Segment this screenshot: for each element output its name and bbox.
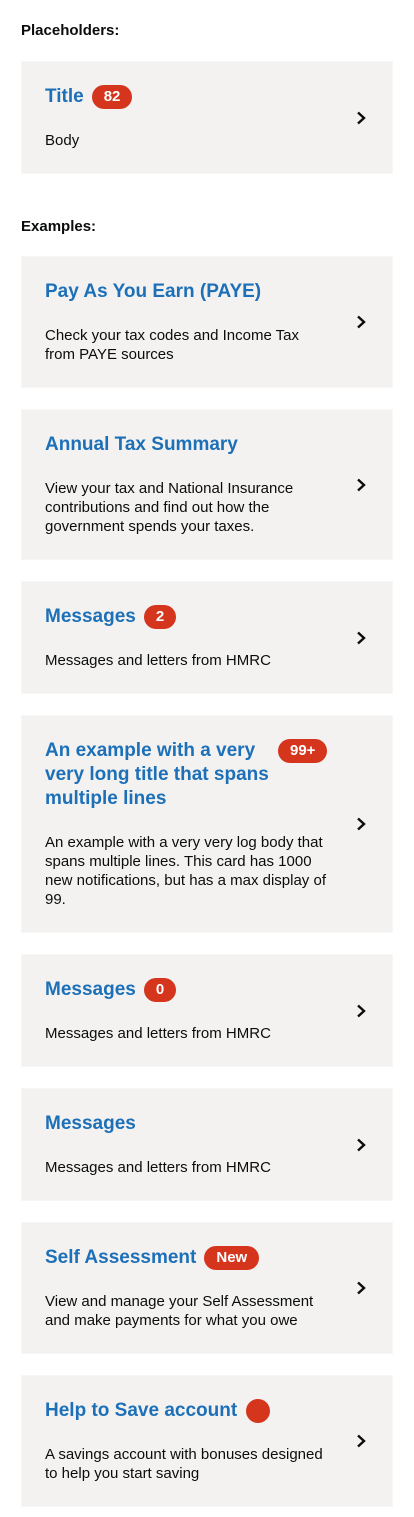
- example-card[interactable]: Messages 0 Messages and letters from HMRC: [21, 954, 393, 1067]
- chevron-right-icon: [357, 631, 366, 644]
- title-row: Annual Tax Summary: [45, 433, 332, 457]
- example-card[interactable]: Self Assessment New View and manage your S…: [21, 1222, 393, 1354]
- card-body: Check your tax codes and Income Tax from…: [45, 327, 300, 363]
- title-row: Title 82: [45, 85, 332, 109]
- card-body: View your tax and National Insurance con…: [45, 480, 294, 535]
- card-title: Messages: [45, 606, 136, 627]
- card-title: Help to Save account: [45, 1400, 238, 1421]
- card-title: Title: [45, 86, 84, 107]
- chevron-right-icon: [357, 111, 366, 124]
- card-body: Messages and letters from HMRC: [45, 652, 271, 669]
- placeholder-card[interactable]: Title 82 Body: [21, 61, 393, 174]
- example-card[interactable]: Help to Save account A savings account wi…: [21, 1375, 393, 1507]
- example-card[interactable]: Pay As You Earn (PAYE) Check your tax cod…: [21, 256, 393, 388]
- card-title: Annual Tax Summary: [45, 434, 238, 455]
- card-title: Self Assessment: [45, 1247, 197, 1268]
- notification-dot: [246, 1399, 271, 1423]
- title-row: An example with a very very long title t…: [45, 739, 332, 811]
- examples-heading: Examples:: [21, 218, 97, 235]
- example-card[interactable]: An example with a very very long title t…: [21, 715, 393, 933]
- card-body: An example with a very very log body tha…: [45, 834, 326, 908]
- card-body: A savings account with bonuses designed …: [45, 1446, 323, 1482]
- examples-list: Pay As You Earn (PAYE) Check your tax cod…: [21, 256, 393, 1507]
- card-title: Messages: [45, 979, 136, 1000]
- example-card[interactable]: Messages 2 Messages and letters from HMRC: [21, 581, 393, 694]
- chevron-right-icon: [357, 1004, 366, 1017]
- example-card[interactable]: Annual Tax Summary View your tax and Nati…: [21, 409, 393, 560]
- example-card[interactable]: Messages Messages and letters from HMRC: [21, 1088, 393, 1201]
- title-row: Self Assessment New: [45, 1246, 332, 1270]
- card-title: An example with a very very long title t…: [45, 740, 269, 809]
- notification-badge: 2: [143, 605, 177, 629]
- notification-badge: 0: [143, 978, 177, 1002]
- title-row: Messages 0: [45, 978, 332, 1002]
- placeholders-heading: Placeholders:: [21, 22, 120, 39]
- card-body: Messages and letters from HMRC: [45, 1159, 271, 1176]
- card-body: Body: [45, 132, 80, 149]
- card-body: View and manage your Self Assessment and…: [45, 1293, 314, 1329]
- notification-badge: 99+: [278, 739, 328, 763]
- chevron-right-icon: [357, 1434, 366, 1448]
- card-title: Messages: [45, 1113, 136, 1134]
- title-row: Pay As You Earn (PAYE): [45, 280, 332, 304]
- chevron-right-icon: [357, 1281, 366, 1295]
- notification-badge: New: [204, 1246, 260, 1270]
- chevron-right-icon: [357, 478, 366, 491]
- card-body: Messages and letters from HMRC: [45, 1025, 271, 1042]
- page: Placeholders: Title 82 Body Examples: Pa…: [0, 0, 414, 1507]
- title-row: Help to Save account: [45, 1399, 332, 1423]
- title-row: Messages: [45, 1112, 332, 1136]
- title-row: Messages 2: [45, 605, 332, 629]
- chevron-right-icon: [357, 817, 366, 831]
- chevron-right-icon: [357, 1138, 366, 1151]
- chevron-right-icon: [357, 315, 366, 329]
- notification-badge: 82: [91, 85, 133, 109]
- card-title: Pay As You Earn (PAYE): [45, 281, 262, 302]
